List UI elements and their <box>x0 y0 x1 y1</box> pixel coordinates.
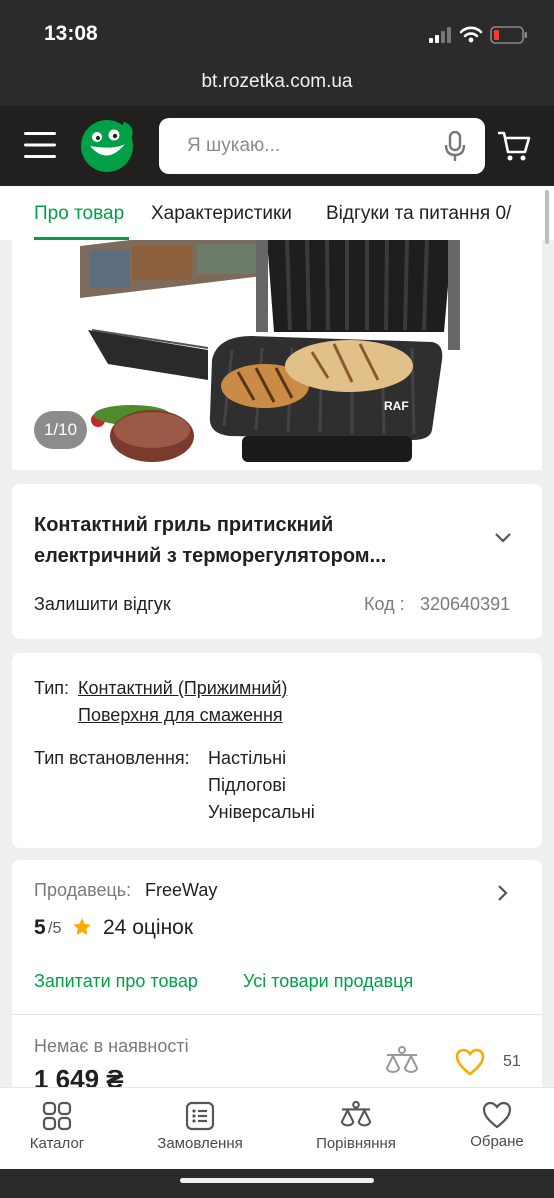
ask-about-product-link[interactable]: Запитати про товар <box>34 971 198 992</box>
seller-name[interactable]: FreeWay <box>145 880 217 901</box>
product-code-value: 320640391 <box>420 594 511 614</box>
svg-text:RAF: RAF <box>384 399 409 413</box>
product-tabs: Про товар Характеристики Відгуки та пита… <box>0 186 554 240</box>
battery-icon <box>490 26 527 44</box>
orders-icon <box>185 1101 215 1131</box>
spec-type-value-1[interactable]: Контактний (Прижимний) <box>78 678 287 699</box>
nav-orders-label: Замовлення <box>157 1135 243 1152</box>
spec-install-label: Тип встановлення: <box>34 748 190 768</box>
wifi-icon <box>459 26 483 43</box>
spec-install-value-2: Підлогові <box>208 775 286 795</box>
leave-review-link[interactable]: Залишити відгук <box>34 594 171 615</box>
spec-type-label: Тип: <box>34 678 70 698</box>
tab-about[interactable]: Про товар <box>34 203 124 225</box>
heart-icon <box>482 1101 512 1129</box>
nav-catalog-label: Каталог <box>29 1135 85 1152</box>
chevron-right-icon[interactable] <box>497 884 509 902</box>
status-time: 13:08 <box>44 22 98 45</box>
product-title[interactable]: Контактний гриль притискний електричний … <box>34 510 474 572</box>
product-title-line1: Контактний гриль притискний <box>34 514 334 536</box>
spec-install-value-1: Настільні <box>208 748 287 768</box>
favorites-count: 51 <box>503 1053 521 1070</box>
search-placeholder: Я шукаю... <box>187 135 281 156</box>
product-title-line2: електричний з терморегулятором... <box>34 545 387 567</box>
compare-icon[interactable] <box>384 1046 420 1078</box>
scrollbar[interactable] <box>545 190 549 244</box>
search-input[interactable]: Я шукаю... <box>159 118 485 174</box>
spec-install-value-3: Універсальні <box>208 802 315 822</box>
nav-favorites-label: Обране <box>470 1133 524 1150</box>
home-indicator-area <box>0 1169 554 1198</box>
divider <box>12 1014 542 1015</box>
product-gallery[interactable]: RAF <box>12 240 542 470</box>
nav-favorites[interactable]: Обране <box>454 1087 540 1169</box>
availability-status: Немає в наявності <box>34 1036 189 1056</box>
seller-rating: 5 <box>34 916 46 939</box>
star-icon <box>73 918 91 935</box>
rozetka-logo-icon[interactable] <box>79 116 137 174</box>
nav-orders[interactable]: Замовлення <box>146 1087 254 1169</box>
compare-icon <box>340 1101 372 1127</box>
tab-characteristics[interactable]: Характеристики <box>151 203 292 225</box>
spec-type-value-2[interactable]: Поверхня для смаження <box>78 705 283 726</box>
cart-icon[interactable] <box>497 130 531 162</box>
gallery-counter: 1/10 <box>34 411 87 449</box>
heart-icon[interactable] <box>455 1048 485 1076</box>
seller-label: Продавець: <box>34 880 132 900</box>
nav-compare-label: Порівняння <box>316 1135 396 1152</box>
all-seller-goods-link[interactable]: Усі товари продавця <box>243 971 413 992</box>
product-image[interactable]: RAF <box>12 240 542 470</box>
url-bar[interactable]: bt.rozetka.com.ua <box>0 64 554 106</box>
menu-icon[interactable] <box>24 131 56 159</box>
nav-catalog[interactable]: Каталог <box>12 1087 102 1169</box>
seller-reviews-count[interactable]: 24 оцінок <box>103 916 193 940</box>
signal-icon <box>429 27 451 43</box>
product-code-label: Код : <box>364 594 405 614</box>
microphone-icon[interactable] <box>443 131 467 163</box>
home-indicator[interactable] <box>180 1178 374 1183</box>
seller-rating-max: /5 <box>48 920 62 937</box>
status-bar: 13:08 <box>0 0 554 64</box>
tab-reviews[interactable]: Відгуки та питання 0/ <box>326 203 511 225</box>
chevron-down-icon[interactable] <box>494 532 512 544</box>
catalog-icon <box>42 1101 72 1131</box>
url-text: bt.rozetka.com.ua <box>201 71 353 92</box>
nav-compare[interactable]: Порівняння <box>304 1087 408 1169</box>
